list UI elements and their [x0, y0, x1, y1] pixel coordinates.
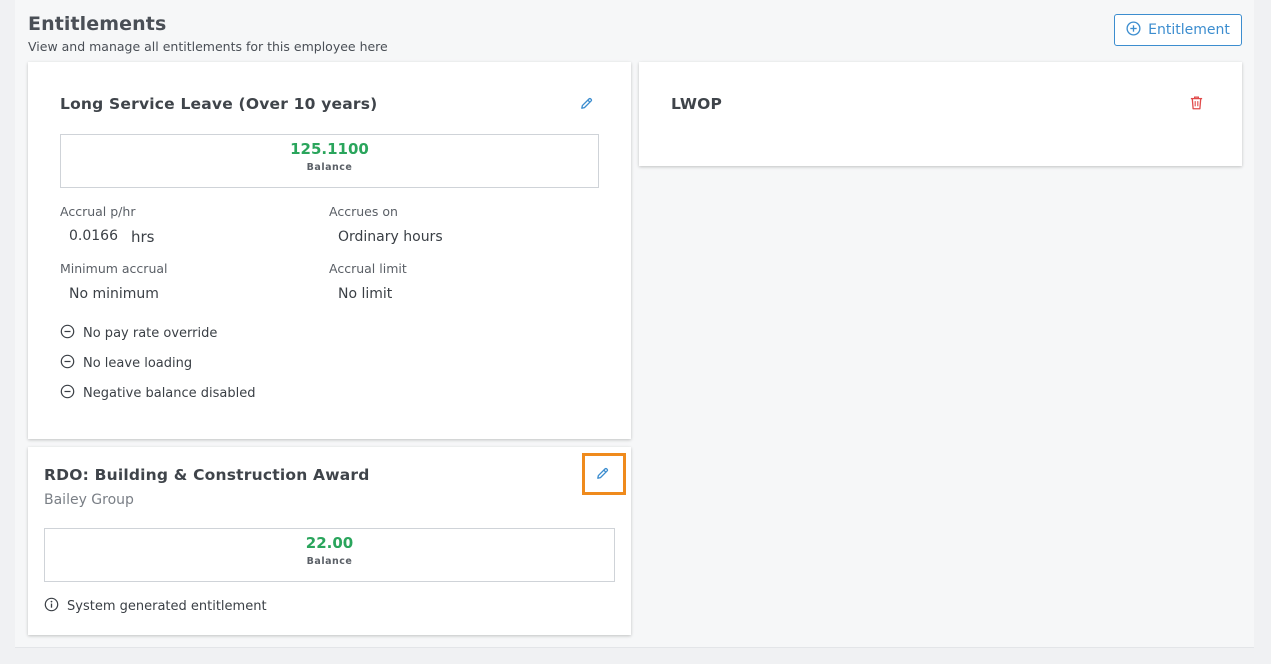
card-title: RDO: Building & Construction Award — [44, 466, 370, 484]
balance-value: 125.1100 — [290, 140, 369, 158]
flag-leave-loading: No leave loading — [60, 354, 192, 373]
accrual-rate: 0.0166 — [69, 228, 118, 244]
accrual-unit: hrs — [131, 228, 155, 246]
accrual-value: 0.0166 hrs — [69, 228, 155, 246]
balance-value: 22.00 — [305, 534, 354, 552]
edit-button[interactable] — [592, 465, 612, 485]
note-label: System generated entitlement — [67, 599, 267, 614]
flag-label: No pay rate override — [83, 326, 218, 341]
pencil-icon — [595, 466, 610, 485]
balance-label: Balance — [306, 556, 353, 567]
system-generated-note: System generated entitlement — [44, 597, 267, 616]
minimum-accrual-label: Minimum accrual — [60, 261, 168, 276]
entitlement-card-lwop: LWOP — [639, 62, 1242, 166]
balance-box: 125.1100 Balance — [60, 134, 599, 188]
minus-circle-icon — [60, 324, 75, 343]
delete-button[interactable] — [1186, 95, 1206, 115]
entitlement-card-long-service-leave: Long Service Leave (Over 10 years) 125.1… — [28, 62, 631, 439]
pencil-icon — [579, 96, 594, 115]
flag-label: Negative balance disabled — [83, 386, 256, 401]
accrual-label: Accrual p/hr — [60, 204, 136, 219]
page-subtitle: View and manage all entitlements for thi… — [28, 39, 388, 54]
flag-negative-balance: Negative balance disabled — [60, 384, 256, 403]
add-entitlement-button[interactable]: Entitlement — [1114, 14, 1242, 46]
flag-pay-rate-override: No pay rate override — [60, 324, 217, 343]
trash-icon — [1189, 95, 1204, 115]
info-icon — [44, 597, 59, 616]
accrues-on-label: Accrues on — [329, 204, 398, 219]
minus-circle-icon — [60, 354, 75, 373]
minimum-accrual-value: No minimum — [69, 286, 159, 302]
flag-label: No leave loading — [83, 356, 193, 371]
card-subtitle: Bailey Group — [44, 492, 134, 508]
add-entitlement-label: Entitlement — [1148, 22, 1230, 38]
balance-label: Balance — [306, 162, 353, 173]
accrues-on-value: Ordinary hours — [338, 229, 443, 245]
accrual-limit-value: No limit — [338, 286, 393, 302]
plus-circle-icon — [1126, 20, 1141, 40]
minus-circle-icon — [60, 384, 75, 403]
accrual-limit-label: Accrual limit — [329, 261, 407, 276]
balance-box: 22.00 Balance — [44, 528, 615, 582]
card-title: LWOP — [671, 95, 723, 113]
card-title: Long Service Leave (Over 10 years) — [60, 95, 378, 113]
entitlement-card-rdo: RDO: Building & Construction Award Baile… — [28, 447, 631, 635]
edit-button[interactable] — [576, 95, 596, 115]
page-title: Entitlements — [28, 13, 167, 35]
